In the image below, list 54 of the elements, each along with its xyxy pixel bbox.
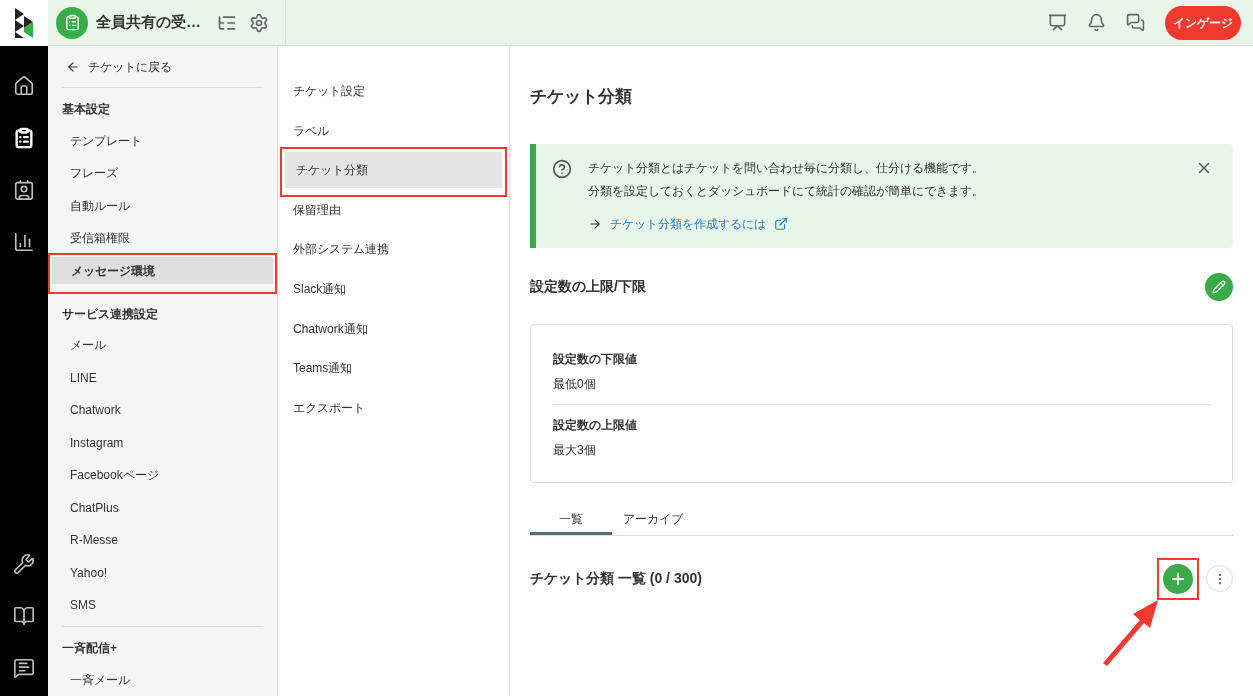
tab[interactable]: アーカイブ (612, 509, 694, 535)
user-avatar[interactable]: インゲージ (1165, 5, 1241, 40)
info-text: チケット分類とはチケットを問い合わせ毎に分類し、仕分ける機能です。 (588, 159, 984, 177)
settings-icon[interactable] (249, 12, 269, 33)
list-title: チケット分類 一覧 (0 / 300) (530, 569, 702, 588)
submenu-item[interactable]: 保留理由 (282, 191, 505, 228)
section-heading: 基本設定 (62, 101, 111, 118)
back-link[interactable]: チケットに戻る (62, 46, 263, 88)
sidebar-item[interactable]: Chatwork (62, 396, 263, 424)
limit-label: 設定数の下限値 (553, 350, 638, 368)
logo-icon[interactable] (0, 0, 48, 46)
board-icon[interactable] (1048, 13, 1067, 32)
sidebar-item[interactable]: メール (62, 331, 263, 359)
page-title: チケット分類 (530, 86, 633, 108)
sidebar-item[interactable]: R-Messe (62, 526, 263, 554)
sidebar-item[interactable]: Yahoo! (62, 559, 263, 586)
limit-value: 最大3個 (553, 441, 597, 459)
section-heading: 一斉配信+ (62, 640, 118, 657)
add-button[interactable] (1163, 563, 1193, 594)
limit-value: 最低0個 (553, 375, 597, 393)
tab[interactable]: 一覧 (530, 509, 612, 535)
section-title: 設定数の上限/下限 (530, 277, 646, 296)
sidebar-item[interactable]: 受信箱権限 (62, 224, 263, 252)
bell-icon[interactable] (1087, 13, 1106, 32)
arrow-icon (588, 216, 602, 231)
submenu-item[interactable]: Chatwork通知 (282, 310, 505, 347)
sidebar-item[interactable]: フレーズ (62, 159, 263, 187)
pencil-icon (1212, 279, 1226, 294)
submenu-item[interactable]: ラベル (282, 112, 505, 149)
submenu-item[interactable]: 外部システム連携 (282, 231, 505, 268)
sidebar-item[interactable]: Instagram (62, 429, 263, 456)
inbox-title: 全員共有の受… (96, 12, 201, 33)
info-text: 分類を設定しておくとダッシュボードにて統計の確認が簡単にできます。 (588, 182, 984, 200)
inbox-icon (56, 6, 88, 39)
sidebar-item[interactable]: LINE (62, 364, 263, 391)
external-link-icon (774, 216, 788, 231)
annotation-arrow (1100, 598, 1160, 666)
submenu-item[interactable]: チケット設定 (282, 73, 505, 109)
sidebar-item[interactable]: ChatPlus (62, 494, 263, 521)
limit-label: 設定数の上限値 (553, 416, 638, 434)
submenu-item[interactable]: Slack通知 (282, 270, 505, 307)
submenu-item[interactable]: Teams通知 (282, 350, 505, 387)
submenu-item[interactable]: エクスポート (282, 389, 505, 426)
help-link[interactable]: チケット分類を作成するには (610, 214, 766, 233)
sidebar-item[interactable]: SMS (62, 591, 263, 619)
sidebar-item[interactable]: テンプレート (62, 127, 263, 154)
edit-button[interactable] (1205, 272, 1233, 301)
submenu-item[interactable]: チケット分類 (285, 152, 502, 189)
chat-icon[interactable] (1126, 13, 1145, 32)
sidebar-item[interactable]: メッセージ環境 (52, 257, 273, 284)
section-heading: サービス連携設定 (62, 305, 159, 323)
sidebar-item[interactable]: 自動ルール (62, 192, 263, 219)
sidebar-item[interactable]: Facebookページ (62, 461, 263, 489)
sidebar-item[interactable]: 一斉メール (62, 666, 263, 693)
